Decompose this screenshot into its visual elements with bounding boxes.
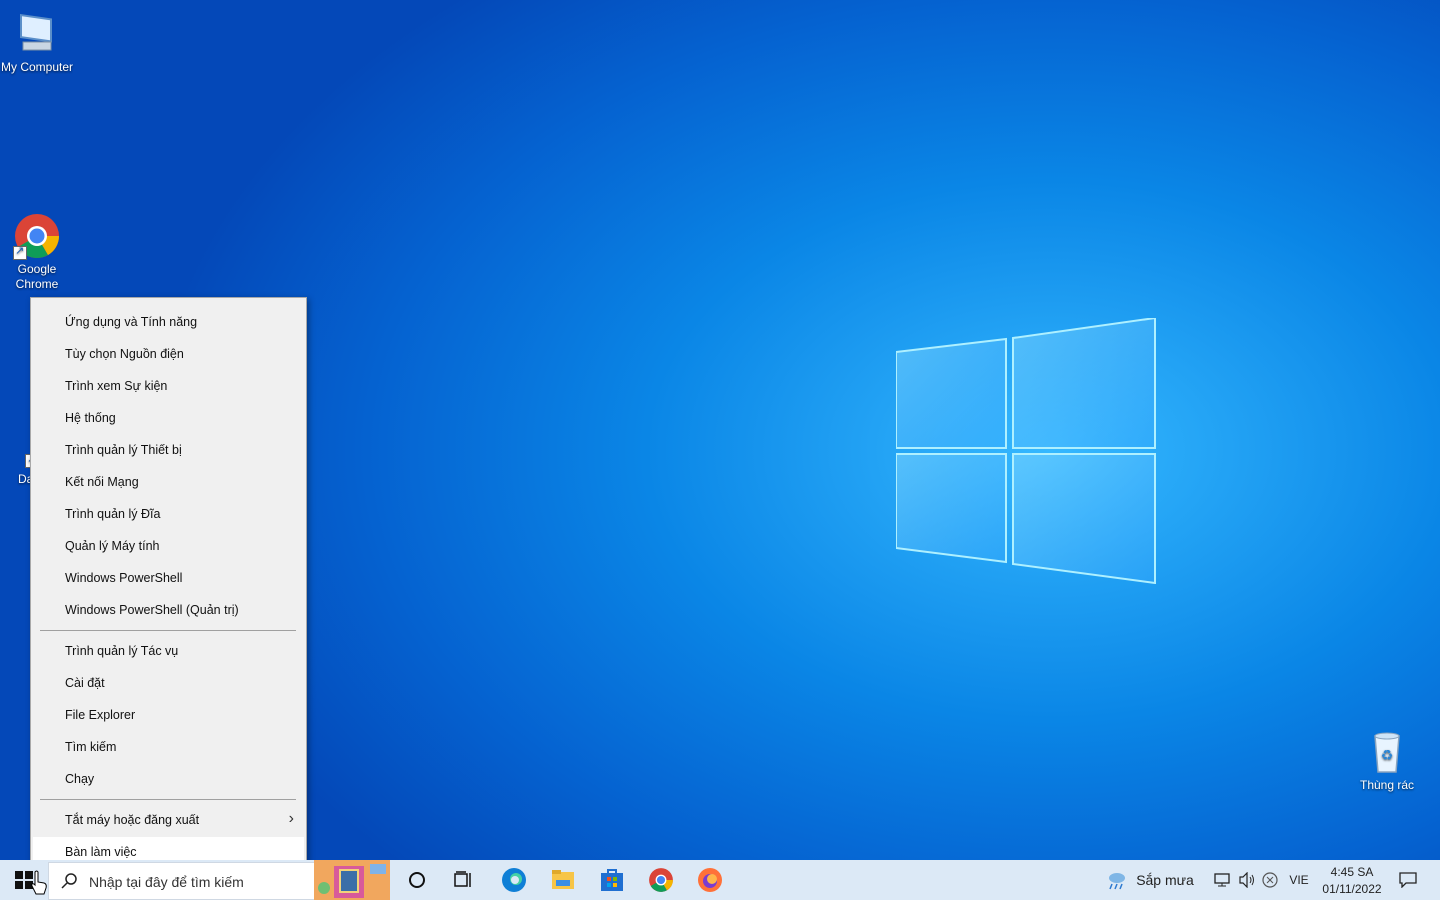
menu-item-label: File Explorer xyxy=(65,708,136,722)
menu-item-apps-features[interactable]: Ứng dụng và Tính năng xyxy=(33,307,304,337)
file-explorer-icon xyxy=(552,870,574,889)
menu-item-label: Kết nối Mạng xyxy=(65,475,139,489)
network-tray-button[interactable] xyxy=(1212,860,1234,900)
clock-date: 01/11/2022 xyxy=(1322,881,1382,896)
desktop-icon-label: Google Chrome xyxy=(15,262,59,291)
menu-item-disk-management[interactable]: Trình quản lý Đĩa xyxy=(33,499,304,529)
notification-icon xyxy=(1399,872,1417,888)
taskbar-app-file-explorer[interactable] xyxy=(541,860,585,900)
edge-icon xyxy=(502,868,526,892)
menu-separator xyxy=(40,630,296,631)
menu-item-label: Trình quản lý Đĩa xyxy=(65,507,161,521)
menu-item-powershell[interactable]: Windows PowerShell xyxy=(33,563,304,593)
menu-item-network-connections[interactable]: Kết nối Mạng xyxy=(33,467,304,497)
menu-item-label: Bàn làm việc xyxy=(65,845,137,859)
search-placeholder: Nhập tại đây để tìm kiếm xyxy=(89,874,244,890)
menu-item-power-options[interactable]: Tùy chọn Nguồn điện xyxy=(33,339,304,369)
cortana-button[interactable] xyxy=(395,860,439,900)
desktop-icon-recycle-bin[interactable]: ♻ Thùng rác xyxy=(1350,728,1424,793)
clock[interactable]: 4:45 SA 01/11/2022 xyxy=(1316,860,1388,900)
menu-item-label: Quản lý Máy tính xyxy=(65,539,160,553)
svg-text:♻: ♻ xyxy=(1381,748,1394,764)
status-tray-button[interactable] xyxy=(1259,860,1281,900)
menu-separator xyxy=(40,799,296,800)
menu-item-label: Tìm kiếm xyxy=(65,740,117,754)
computer-icon xyxy=(13,10,61,58)
desktop-icon-label: My Computer xyxy=(0,60,74,74)
menu-item-file-explorer[interactable]: File Explorer xyxy=(33,700,304,730)
menu-item-powershell-admin[interactable]: Windows PowerShell (Quản trị) xyxy=(33,595,304,625)
language-indicator[interactable]: VIE xyxy=(1284,860,1314,900)
firefox-icon xyxy=(698,868,722,892)
language-text: VIE xyxy=(1289,873,1309,887)
weather-text: Sắp mưa xyxy=(1136,872,1194,888)
task-view-icon xyxy=(454,871,471,887)
menu-item-label: Tắt máy hoặc đăng xuất xyxy=(65,813,200,827)
shortcut-arrow-icon xyxy=(13,244,27,260)
task-view-button[interactable] xyxy=(442,860,486,900)
weather-widget[interactable]: Sắp mưa xyxy=(1104,860,1196,900)
taskbar-app-store[interactable] xyxy=(590,860,634,900)
menu-item-label: Trình quản lý Tác vụ xyxy=(65,644,179,658)
mouse-cursor-hand-icon xyxy=(31,870,47,895)
taskbar-search-box[interactable]: Nhập tại đây để tìm kiếm xyxy=(48,862,316,900)
menu-item-device-manager[interactable]: Trình quản lý Thiết bị xyxy=(33,435,304,465)
menu-item-label: Trình quản lý Thiết bị xyxy=(65,443,182,457)
search-highlight-illustration-icon xyxy=(314,860,390,900)
taskbar-app-firefox[interactable] xyxy=(688,860,732,900)
chrome-icon xyxy=(649,868,673,892)
volume-icon xyxy=(1239,872,1254,888)
clock-time: 4:45 SA xyxy=(1330,864,1374,879)
menu-item-task-manager[interactable]: Trình quản lý Tác vụ xyxy=(33,636,304,666)
search-icon xyxy=(61,873,77,889)
close-circle-icon xyxy=(1262,872,1278,888)
taskbar-app-chrome[interactable] xyxy=(639,860,683,900)
desktop-icon-label: Thùng rác xyxy=(1359,778,1415,792)
desktop-icon-my-computer[interactable]: My Computer xyxy=(0,10,74,75)
volume-tray-button[interactable] xyxy=(1236,860,1258,900)
cortana-icon xyxy=(409,872,425,888)
taskbar-app-edge[interactable] xyxy=(492,860,536,900)
menu-item-search[interactable]: Tìm kiếm xyxy=(33,732,304,762)
store-icon xyxy=(601,869,623,891)
menu-item-label: Chạy xyxy=(65,772,95,786)
menu-item-label: Windows PowerShell xyxy=(65,571,183,585)
menu-item-settings[interactable]: Cài đặt xyxy=(33,668,304,698)
network-icon xyxy=(1214,873,1230,887)
menu-item-label: Trình xem Sự kiện xyxy=(65,379,168,393)
recycle-bin-icon: ♻ xyxy=(1363,728,1411,776)
chevron-right-icon: › xyxy=(288,810,294,827)
chrome-icon xyxy=(13,212,61,260)
menu-item-event-viewer[interactable]: Trình xem Sự kiện xyxy=(33,371,304,401)
menu-item-label: Windows PowerShell (Quản trị) xyxy=(65,603,239,617)
menu-item-label: Cài đặt xyxy=(65,676,105,690)
menu-item-label: Ứng dụng và Tính năng xyxy=(65,315,198,329)
menu-item-system[interactable]: Hệ thống xyxy=(33,403,304,433)
action-center-button[interactable] xyxy=(1390,860,1426,900)
winx-context-menu: Ứng dụng và Tính năng Tùy chọn Nguồn điệ… xyxy=(30,297,307,879)
menu-item-label: Tùy chọn Nguồn điện xyxy=(65,347,184,361)
menu-item-computer-management[interactable]: Quản lý Máy tính xyxy=(33,531,304,561)
menu-item-label: Hệ thống xyxy=(65,411,116,425)
desktop-icon-google-chrome[interactable]: Google Chrome xyxy=(0,212,74,292)
menu-item-shutdown-signout[interactable]: Tắt máy hoặc đăng xuất › xyxy=(33,805,304,835)
search-highlight-button[interactable] xyxy=(314,860,390,900)
menu-item-run[interactable]: Chạy xyxy=(33,764,304,794)
rain-cloud-icon xyxy=(1109,873,1126,890)
windows-wallpaper-logo xyxy=(896,318,1156,584)
